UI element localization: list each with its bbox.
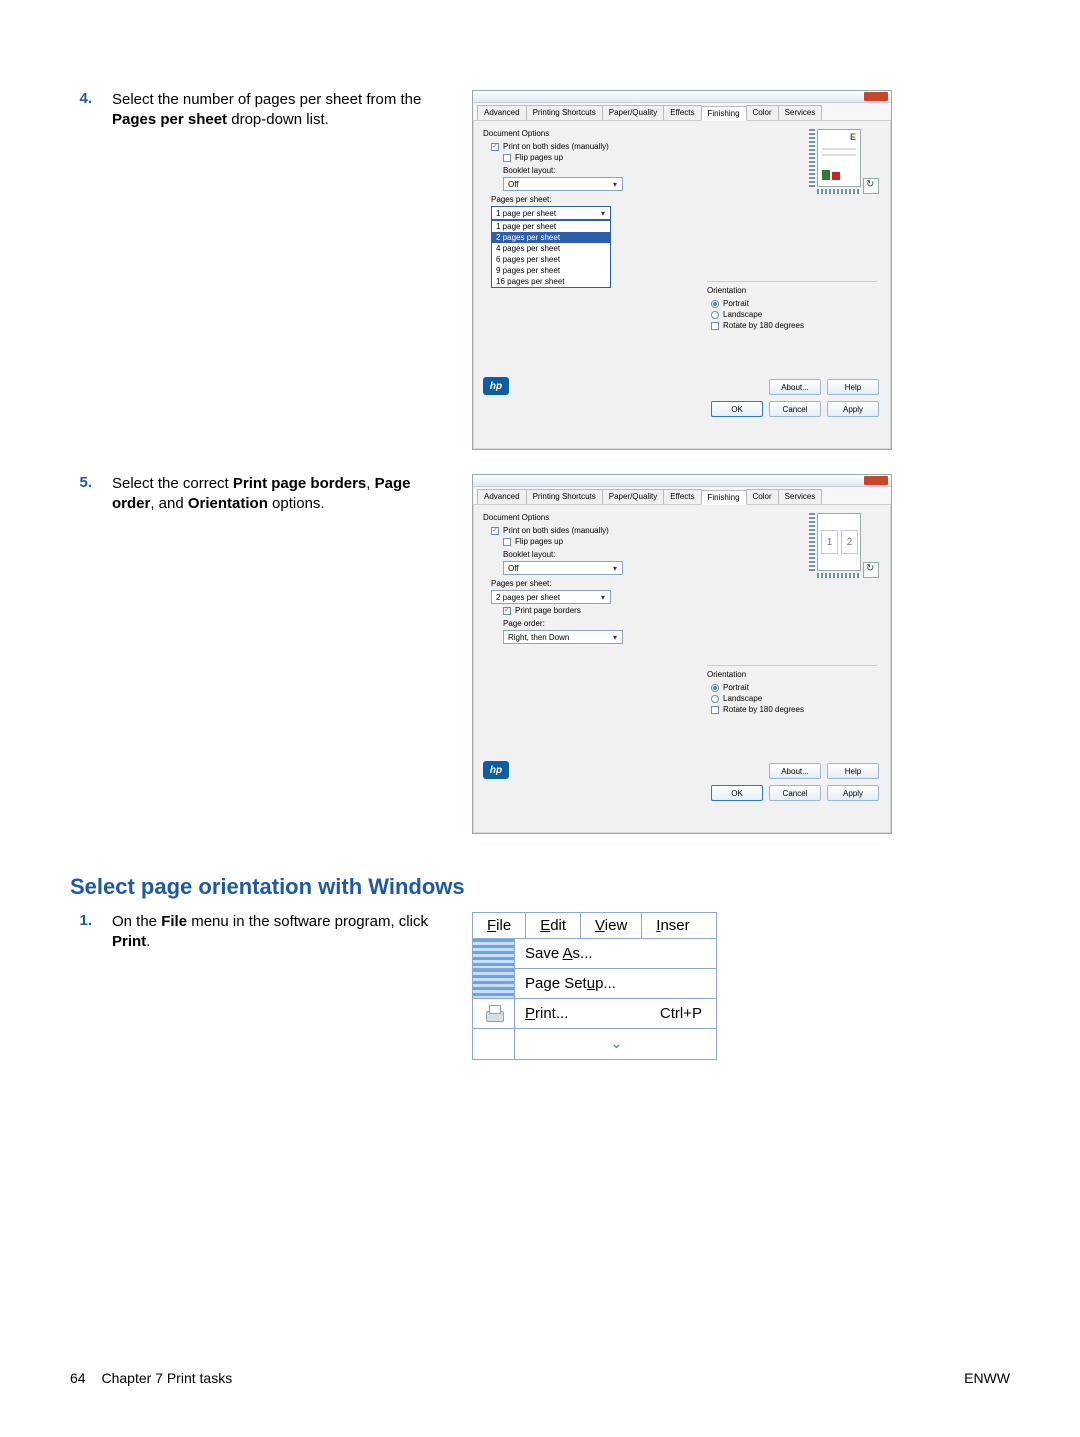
tab-finishing[interactable]: Finishing: [701, 490, 747, 505]
step1-number: 1.: [70, 912, 112, 1060]
landscape-radio[interactable]: [711, 311, 719, 319]
booklet-layout-dropdown[interactable]: Off▾: [503, 177, 623, 191]
print-both-sides-checkbox[interactable]: [491, 143, 499, 151]
step4-number: 4.: [70, 90, 112, 450]
list-item[interactable]: 2 pages per sheet: [492, 232, 610, 243]
section-heading: Select page orientation with Windows: [70, 874, 1010, 900]
flip-pages-up-checkbox[interactable]: [503, 154, 511, 162]
list-item[interactable]: 9 pages per sheet: [492, 265, 610, 276]
list-item[interactable]: 6 pages per sheet: [492, 254, 610, 265]
menu-expand[interactable]: ⌄: [473, 1029, 716, 1059]
ok-button[interactable]: OK: [711, 401, 763, 417]
menu-edit[interactable]: Edit: [526, 913, 581, 938]
page-footer: 64 Chapter 7 Print tasks ENWW: [70, 1370, 1010, 1386]
menu-view[interactable]: View: [581, 913, 642, 938]
menu-item-save-as[interactable]: Save As...: [473, 939, 716, 969]
ok-button[interactable]: OK: [711, 785, 763, 801]
chevron-down-icon: ▾: [610, 633, 620, 642]
landscape-radio[interactable]: [711, 695, 719, 703]
tab-paper-quality[interactable]: Paper/Quality: [602, 489, 664, 504]
orientation-group: Orientation Portrait Landscape Rotate by…: [707, 281, 877, 332]
page-preview: E: [809, 129, 879, 194]
print-properties-dialog-step4: Advanced Printing Shortcuts Paper/Qualit…: [472, 90, 892, 450]
step4-text: Select the number of pages per sheet fro…: [112, 90, 472, 450]
portrait-radio[interactable]: [711, 300, 719, 308]
close-icon[interactable]: [864, 476, 888, 485]
tab-advanced[interactable]: Advanced: [477, 105, 527, 120]
cancel-button[interactable]: Cancel: [769, 401, 821, 417]
tab-finishing[interactable]: Finishing: [701, 106, 747, 121]
tab-services[interactable]: Services: [778, 489, 823, 504]
booklet-layout-dropdown[interactable]: Off▾: [503, 561, 623, 575]
tab-effects[interactable]: Effects: [663, 489, 701, 504]
pages-per-sheet-options-list[interactable]: 1 page per sheet 2 pages per sheet 4 pag…: [491, 220, 611, 288]
chevron-down-icon: ▾: [598, 593, 608, 602]
portrait-radio[interactable]: [711, 684, 719, 692]
flip-preview-icon[interactable]: [863, 178, 879, 194]
page-preview: 1 2: [809, 513, 879, 578]
rotate-180-checkbox[interactable]: [711, 322, 719, 330]
chevron-down-icon: ⌄: [611, 1035, 621, 1051]
menu-insert[interactable]: Inser: [642, 913, 703, 938]
footer-right: ENWW: [964, 1370, 1010, 1386]
tab-printing-shortcuts[interactable]: Printing Shortcuts: [526, 489, 603, 504]
pages-per-sheet-label: Pages per sheet:: [491, 195, 881, 204]
print-properties-dialog-step5: Advanced Printing Shortcuts Paper/Qualit…: [472, 474, 892, 834]
flip-pages-up-checkbox[interactable]: [503, 538, 511, 546]
help-button[interactable]: Help: [827, 379, 879, 395]
flip-preview-icon[interactable]: [863, 562, 879, 578]
help-button[interactable]: Help: [827, 763, 879, 779]
tab-paper-quality[interactable]: Paper/Quality: [602, 105, 664, 120]
dialog-titlebar: [473, 91, 891, 103]
chevron-down-icon: ▾: [610, 564, 620, 573]
dialog-titlebar: [473, 475, 891, 487]
tab-services[interactable]: Services: [778, 105, 823, 120]
menu-file[interactable]: File: [473, 913, 526, 938]
tab-effects[interactable]: Effects: [663, 105, 701, 120]
hp-logo-icon: hp: [483, 377, 509, 395]
chevron-down-icon: ▾: [610, 180, 620, 189]
pages-per-sheet-label: Pages per sheet:: [491, 579, 881, 588]
print-both-sides-checkbox[interactable]: [491, 527, 499, 535]
page-number: 64: [70, 1370, 86, 1386]
step1-text: On the File menu in the software program…: [112, 912, 472, 1060]
chapter-title: Chapter 7 Print tasks: [101, 1370, 232, 1386]
tab-advanced[interactable]: Advanced: [477, 489, 527, 504]
close-icon[interactable]: [864, 92, 888, 101]
menu-item-print[interactable]: Print... Ctrl+P: [473, 999, 716, 1029]
cancel-button[interactable]: Cancel: [769, 785, 821, 801]
printer-icon: [473, 999, 515, 1028]
about-button[interactable]: About...: [769, 763, 821, 779]
about-button[interactable]: About...: [769, 379, 821, 395]
stripe-icon: [473, 969, 515, 998]
list-item[interactable]: 16 pages per sheet: [492, 276, 610, 287]
step5-text: Select the correct Print page borders, P…: [112, 474, 472, 834]
orientation-group: Orientation Portrait Landscape Rotate by…: [707, 665, 877, 716]
tab-color[interactable]: Color: [746, 105, 779, 120]
page-order-dropdown[interactable]: Right, then Down▾: [503, 630, 623, 644]
menu-item-page-setup[interactable]: Page Setup...: [473, 969, 716, 999]
tab-printing-shortcuts[interactable]: Printing Shortcuts: [526, 105, 603, 120]
stripe-icon: [473, 939, 515, 968]
hp-logo-icon: hp: [483, 761, 509, 779]
chevron-down-icon: ▾: [598, 209, 608, 218]
print-page-borders-checkbox[interactable]: [503, 607, 511, 615]
file-menu-mockup: File Edit View Inser Save As... Page Set…: [472, 912, 717, 1060]
apply-button[interactable]: Apply: [827, 785, 879, 801]
pages-per-sheet-dropdown[interactable]: 1 page per sheet▾: [491, 206, 611, 220]
rotate-180-checkbox[interactable]: [711, 706, 719, 714]
list-item[interactable]: 1 page per sheet: [492, 221, 610, 232]
step5-number: 5.: [70, 474, 112, 834]
pages-per-sheet-dropdown[interactable]: 2 pages per sheet▾: [491, 590, 611, 604]
page-order-label: Page order:: [503, 619, 881, 628]
list-item[interactable]: 4 pages per sheet: [492, 243, 610, 254]
apply-button[interactable]: Apply: [827, 401, 879, 417]
tab-color[interactable]: Color: [746, 489, 779, 504]
